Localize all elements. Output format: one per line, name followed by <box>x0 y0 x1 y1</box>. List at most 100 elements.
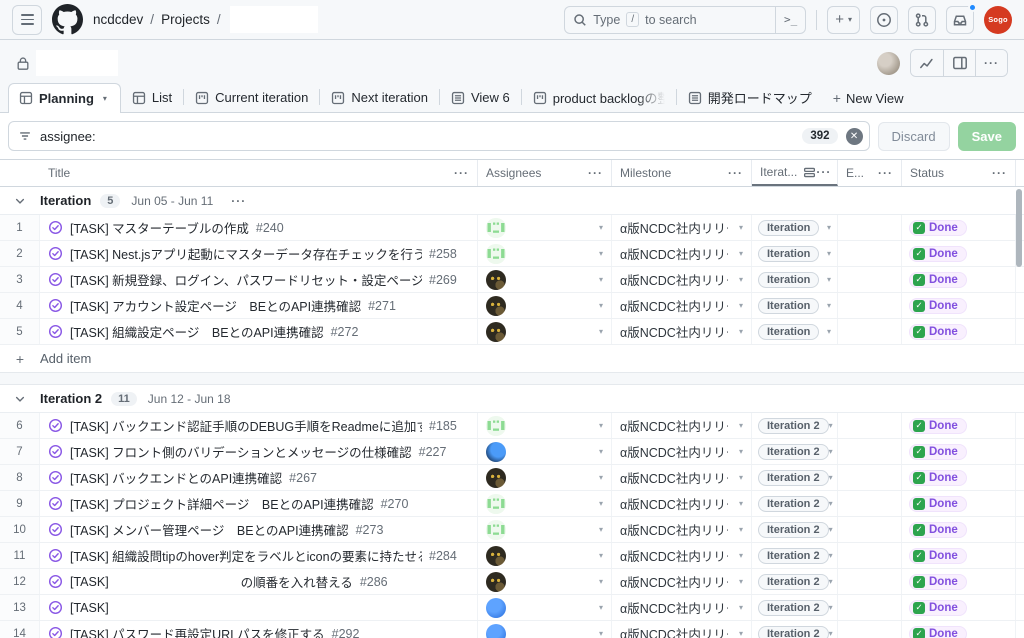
cell-milestone[interactable]: α版NCDC社内リリース▾ <box>612 413 752 438</box>
collaborator-avatar[interactable] <box>877 52 900 75</box>
cell-status[interactable]: ✓Done <box>902 267 1016 292</box>
column-header-num[interactable] <box>0 160 40 186</box>
breadcrumb-org[interactable]: ncdcdev <box>93 12 143 27</box>
cell-milestone[interactable]: α版NCDC社内リリース▾ <box>612 621 752 638</box>
cell-estimate[interactable] <box>838 241 902 266</box>
column-header-title[interactable]: Title··· <box>40 160 478 186</box>
cell-milestone[interactable]: α版NCDC社内リリース▾ <box>612 517 752 542</box>
column-menu-button[interactable]: ··· <box>816 165 831 179</box>
column-menu-button[interactable]: ··· <box>728 166 743 180</box>
cell-title[interactable]: [TASK] バックエンド認証手順のDEBUG手順をReadmeに追加する#18… <box>40 413 478 438</box>
cell-iteration[interactable]: Iteration 2▾ <box>752 491 838 516</box>
github-logo-icon[interactable] <box>52 4 83 35</box>
cell-iteration[interactable]: Iteration▾ <box>752 241 838 266</box>
cell-status[interactable]: ✓Done <box>902 595 1016 620</box>
issues-button[interactable] <box>870 6 898 34</box>
cell-status[interactable]: ✓Done <box>902 215 1016 240</box>
cell-title[interactable]: [TASK] マスターテーブルの作成#240 <box>40 215 478 240</box>
cell-estimate[interactable] <box>838 267 902 292</box>
cell-assignees[interactable]: ▾ <box>478 319 612 344</box>
cell-status[interactable]: ✓Done <box>902 293 1016 318</box>
sidebar-toggle-button[interactable] <box>943 50 975 76</box>
add-item-button[interactable]: +Add item <box>0 345 1024 373</box>
tab-list[interactable]: List <box>121 82 183 112</box>
user-avatar[interactable]: Sogo <box>984 6 1012 34</box>
cell-assignees[interactable]: ▾ <box>478 517 612 542</box>
new-view-button[interactable]: +New View <box>823 84 914 112</box>
notifications-button[interactable] <box>946 6 974 34</box>
group-by-icon[interactable] <box>803 166 816 179</box>
cell-title[interactable]: [TASK] バックエンドとのAPI連携確認#267 <box>40 465 478 490</box>
tab-view-6[interactable]: View 6 <box>440 82 521 112</box>
column-menu-button[interactable]: ··· <box>992 166 1007 180</box>
cell-assignees[interactable]: ▾ <box>478 491 612 516</box>
cell-estimate[interactable] <box>838 491 902 516</box>
scrollbar-thumb[interactable] <box>1016 189 1022 267</box>
group-menu-button[interactable]: ··· <box>231 194 246 208</box>
tab-next-iteration[interactable]: Next iteration <box>320 82 439 112</box>
cell-assignees[interactable]: ▾ <box>478 569 612 594</box>
cell-title[interactable]: [TASK] <box>40 595 478 620</box>
cell-status[interactable]: ✓Done <box>902 621 1016 638</box>
cell-milestone[interactable]: α版NCDC社内リリース▾ <box>612 491 752 516</box>
cell-assignees[interactable]: ▾ <box>478 595 612 620</box>
discard-button[interactable]: Discard <box>878 122 950 151</box>
cell-iteration[interactable]: Iteration 2▾ <box>752 621 838 638</box>
cell-milestone[interactable]: α版NCDC社内リリース▾ <box>612 241 752 266</box>
pull-requests-button[interactable] <box>908 6 936 34</box>
cell-iteration[interactable]: Iteration 2▾ <box>752 465 838 490</box>
cell-estimate[interactable] <box>838 595 902 620</box>
command-palette-icon[interactable]: >_ <box>775 7 805 33</box>
cell-assignees[interactable]: ▾ <box>478 413 612 438</box>
cell-iteration[interactable]: Iteration 2▾ <box>752 517 838 542</box>
column-menu-button[interactable]: ··· <box>588 166 603 180</box>
cell-status[interactable]: ✓Done <box>902 413 1016 438</box>
column-menu-button[interactable]: ··· <box>878 166 893 180</box>
cell-estimate[interactable] <box>838 543 902 568</box>
global-search-input[interactable]: Type / to search >_ <box>564 6 806 34</box>
cell-title[interactable]: [TASK] プロジェクト詳細ページ BEとのAPI連携確認#270 <box>40 491 478 516</box>
column-header-estimate[interactable]: E...··· <box>838 160 902 186</box>
cell-iteration[interactable]: Iteration▾ <box>752 319 838 344</box>
cell-assignees[interactable]: ▾ <box>478 267 612 292</box>
vertical-scrollbar[interactable] <box>1016 189 1023 389</box>
cell-status[interactable]: ✓Done <box>902 439 1016 464</box>
cell-estimate[interactable] <box>838 293 902 318</box>
cell-iteration[interactable]: Iteration 2▾ <box>752 543 838 568</box>
create-new-button[interactable]: + ▾ <box>827 6 860 34</box>
view-options-caret-icon[interactable]: ▾ <box>100 92 110 105</box>
cell-milestone[interactable]: α版NCDC社内リリース▾ <box>612 215 752 240</box>
cell-iteration[interactable]: Iteration▾ <box>752 267 838 292</box>
cell-assignees[interactable]: ▾ <box>478 293 612 318</box>
tab-product-backlogの整理[interactable]: product backlogの整理 <box>522 82 676 112</box>
cell-status[interactable]: ✓Done <box>902 491 1016 516</box>
cell-milestone[interactable]: α版NCDC社内リリース▾ <box>612 465 752 490</box>
cell-estimate[interactable] <box>838 215 902 240</box>
cell-assignees[interactable]: ▾ <box>478 543 612 568</box>
cell-milestone[interactable]: α版NCDC社内リリース▾ <box>612 543 752 568</box>
filter-input[interactable]: assignee: 392 ✕ <box>8 121 870 151</box>
cell-status[interactable]: ✓Done <box>902 543 1016 568</box>
cell-title[interactable]: [TASK] 組織設定ページ BEとのAPI連携確認#272 <box>40 319 478 344</box>
cell-iteration[interactable]: Iteration 2▾ <box>752 569 838 594</box>
cell-iteration[interactable]: Iteration▾ <box>752 215 838 240</box>
insights-button[interactable] <box>911 50 943 76</box>
column-menu-button[interactable]: ··· <box>454 166 469 180</box>
cell-estimate[interactable] <box>838 569 902 594</box>
save-button[interactable]: Save <box>958 122 1016 151</box>
hamburger-menu-button[interactable] <box>12 5 42 35</box>
tab-開発ロードマップ[interactable]: 開発ロードマップ <box>677 82 823 112</box>
column-header-status[interactable]: Status··· <box>902 160 1016 186</box>
tab-planning[interactable]: Planning▾ <box>8 83 121 113</box>
cell-assignees[interactable]: ▾ <box>478 215 612 240</box>
cell-estimate[interactable] <box>838 413 902 438</box>
cell-title[interactable]: [TASK] アカウント設定ページ BEとのAPI連携確認#271 <box>40 293 478 318</box>
column-header-iteration[interactable]: Iterat...··· <box>752 160 838 186</box>
cell-estimate[interactable] <box>838 465 902 490</box>
cell-iteration[interactable]: Iteration 2▾ <box>752 595 838 620</box>
cell-status[interactable]: ✓Done <box>902 569 1016 594</box>
cell-milestone[interactable]: α版NCDC社内リリース▾ <box>612 319 752 344</box>
collapse-group-button[interactable] <box>0 393 40 405</box>
cell-iteration[interactable]: Iteration 2▾ <box>752 439 838 464</box>
cell-title[interactable]: [TASK] フロント側のバリデーションとメッセージの仕様確認#227 <box>40 439 478 464</box>
